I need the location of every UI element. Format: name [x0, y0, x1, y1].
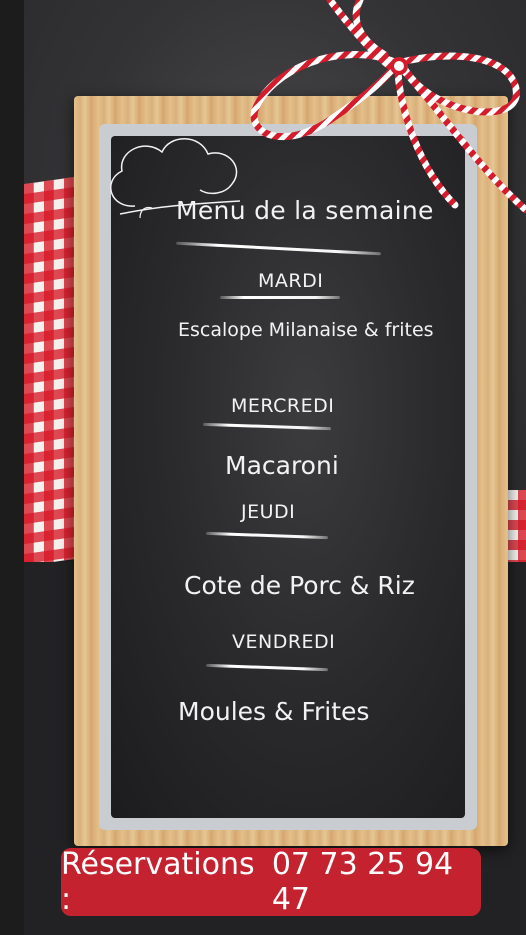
- dish-vendredi: Moules & Frites: [178, 697, 370, 726]
- dish-jeudi: Cote de Porc & Riz: [184, 571, 415, 600]
- day-label-vendredi: VENDREDI: [232, 631, 336, 653]
- day-label-mardi: MARDI: [258, 270, 324, 292]
- reservation-phone[interactable]: 07 73 25 94 47: [272, 847, 481, 917]
- day-label-jeudi: JEUDI: [241, 501, 296, 523]
- left-edge-strip: [0, 0, 24, 935]
- day-underline-mardi: [220, 296, 340, 299]
- day-label-mercredi: MERCREDI: [231, 395, 335, 417]
- reservation-label: Réservations :: [61, 847, 255, 917]
- dish-mardi: Escalope Milanaise & frites: [178, 319, 434, 341]
- menu-title: Menu de la semaine: [176, 196, 434, 225]
- reservation-banner[interactable]: Réservations : 07 73 25 94 47: [61, 847, 481, 917]
- dish-mercredi: Macaroni: [225, 451, 339, 480]
